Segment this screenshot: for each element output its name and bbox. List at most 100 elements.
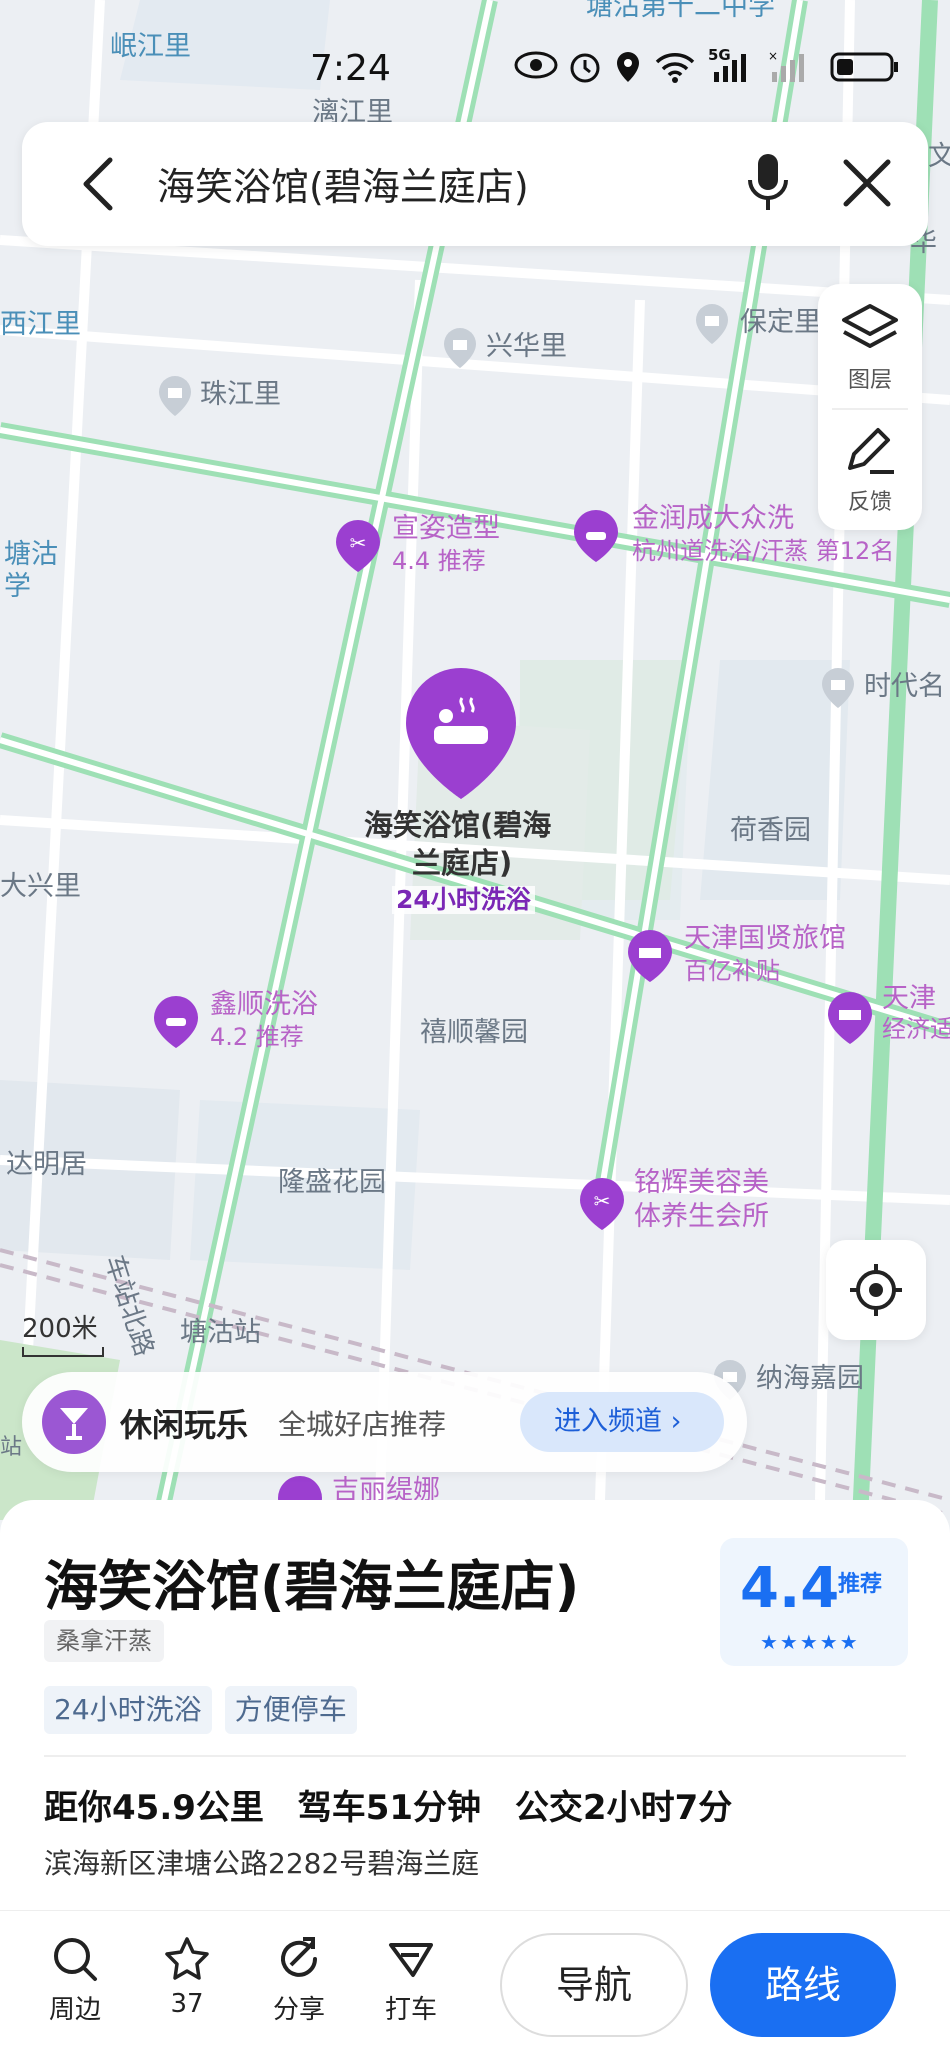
leisure-channel-banner[interactable]: 休闲玩乐 全城好店推荐 进入频道 › — [22, 1372, 747, 1472]
crosshair-icon — [850, 1264, 902, 1316]
poi-sub: 百亿补贴 — [684, 957, 780, 985]
taxi-label: 打车 — [384, 1995, 437, 2025]
selected-bath-pin-icon[interactable] — [402, 664, 520, 804]
building-icon — [444, 328, 476, 368]
area-label: 荷香园 — [730, 815, 811, 846]
layers-icon — [842, 304, 898, 348]
place-name: 海笑浴馆(碧海兰庭店) — [44, 1555, 580, 1618]
poi-sub: 杭州道洗浴/汗蒸 第12名 — [632, 537, 895, 565]
area-label: 兴华里 — [486, 331, 567, 362]
alarm-icon — [570, 53, 600, 83]
share-label: 分享 — [272, 1995, 325, 2025]
selected-poi-name[interactable]: 兰庭店) — [412, 847, 512, 880]
distance: 距你45.9公里 — [44, 1788, 264, 1828]
travel-info: 距你45.9公里 驾车51分钟 公交2小时7分 — [44, 1780, 754, 1829]
poi-name[interactable]: 天津国贤旅馆 — [684, 924, 846, 954]
action-bar: 周边 37 分享 打车 导航 路线 — [0, 1910, 950, 2058]
salon-pin-icon[interactable]: ✂ — [334, 518, 382, 574]
taxi-icon — [389, 1943, 433, 1977]
map-tools-panel: 图层 反馈 — [818, 284, 922, 530]
wifi-icon — [655, 53, 695, 83]
school-label: 塘沽第十二中学 — [586, 0, 775, 22]
route-button[interactable]: 路线 — [710, 1933, 896, 2037]
layers-label: 图层 — [847, 368, 892, 393]
rating-value: 4.4 — [740, 1556, 840, 1621]
place-tag: 方便停车 — [224, 1686, 357, 1734]
taxi-button[interactable]: 打车 — [366, 1935, 456, 2026]
layers-button[interactable]: 图层 — [818, 302, 922, 394]
favorites-count: 37 — [170, 1989, 204, 2019]
signal-2-icon: × — [768, 50, 804, 82]
transit-time: 公交2小时7分 — [514, 1788, 733, 1828]
navigate-button[interactable]: 导航 — [500, 1933, 688, 2037]
poi-name[interactable]: 宣姿造型 — [392, 514, 500, 544]
bath-pin-icon[interactable] — [572, 508, 620, 564]
poi-sub: 经济适 — [882, 1015, 950, 1043]
divider — [44, 1755, 906, 1757]
poi-name[interactable]: 铭辉美容美 — [634, 1168, 769, 1198]
building-icon — [822, 668, 854, 708]
feedback-label: 反馈 — [847, 490, 892, 515]
poi-sub: 4.4 推荐 — [392, 547, 486, 575]
svg-text:✂: ✂ — [350, 531, 367, 555]
poi-name[interactable]: 鑫顺洗浴 — [210, 990, 318, 1020]
area-label: 塘沽站 — [180, 1317, 261, 1348]
share-button[interactable]: 分享 — [254, 1935, 344, 2026]
svg-text:×: × — [768, 50, 778, 63]
favorite-button[interactable]: 37 — [142, 1935, 232, 2019]
feedback-button[interactable]: 反馈 — [818, 424, 922, 516]
location-icon — [617, 52, 639, 82]
poi-name[interactable]: 天津 — [882, 984, 936, 1014]
poi-name[interactable]: 金润成大众洗 — [632, 504, 794, 534]
rating-badge[interactable]: 4.4 推荐 ★★★★★ — [720, 1538, 908, 1666]
area-label: 纳海嘉园 — [756, 1363, 864, 1394]
place-tag: 24小时洗浴 — [44, 1686, 212, 1734]
area-label: 塘沽 — [4, 539, 58, 570]
selected-poi-name[interactable]: 海笑浴馆(碧海 — [364, 809, 551, 842]
place-detail-card[interactable]: 海笑浴馆(碧海兰庭店) 桑拿汗蒸 24小时洗浴 方便停车 4.4 推荐 ★★★★… — [0, 1500, 950, 1910]
nearby-button[interactable]: 周边 — [30, 1935, 120, 2026]
search-bar[interactable]: 海笑浴馆(碧海兰庭店) — [22, 122, 928, 246]
star-icon — [165, 1937, 209, 1980]
building-icon — [696, 304, 728, 344]
poi-sub: 体养生会所 — [634, 1201, 769, 1232]
locate-button[interactable] — [826, 1240, 926, 1340]
area-label: 珠江里 — [200, 379, 281, 410]
bath-pin-icon[interactable] — [152, 994, 200, 1050]
area-label: 时代名 — [864, 671, 945, 702]
cocktail-icon — [42, 1390, 106, 1454]
battery-icon — [830, 52, 898, 82]
area-label: 保定里 — [740, 307, 821, 338]
area-label: 大兴里 — [0, 871, 81, 902]
search-query[interactable]: 海笑浴馆(碧海兰庭店) — [157, 156, 529, 211]
place-address: 滨海新区津塘公路2282号碧海兰庭 — [44, 1847, 480, 1880]
pencil-icon — [848, 428, 894, 474]
chevron-right-icon: › — [670, 1406, 682, 1437]
drive-time: 驾车51分钟 — [297, 1788, 482, 1828]
rating-label: 推荐 — [838, 1572, 883, 1597]
status-bar: 7:24 5G × — [0, 40, 950, 96]
eye-icon — [514, 51, 558, 79]
hotel-pin-icon[interactable] — [826, 990, 874, 1046]
close-icon[interactable] — [842, 158, 892, 208]
place-category: 桑拿汗蒸 — [44, 1620, 164, 1662]
hotel-pin-icon[interactable] — [626, 928, 674, 984]
area-label: 隆盛花园 — [278, 1167, 386, 1198]
microphone-icon[interactable] — [744, 152, 792, 214]
area-label: 西江里 — [0, 309, 81, 340]
area-label: 禧顺馨园 — [420, 1017, 528, 1048]
map-scale: 200米 — [22, 1308, 104, 1357]
station-label: 站 — [0, 1435, 23, 1460]
salon-pin-icon[interactable]: ✂ — [578, 1176, 626, 1232]
place-tags: 24小时洗浴 方便停车 — [44, 1686, 365, 1734]
share-icon — [281, 1937, 317, 1977]
enter-channel-button[interactable]: 进入频道 › — [520, 1392, 724, 1452]
back-icon[interactable] — [78, 156, 118, 212]
clock: 7:24 — [310, 48, 391, 89]
poi-sub: 4.2 推荐 — [210, 1023, 304, 1051]
area-label: 文 — [928, 141, 950, 172]
area-label: 学 — [4, 571, 31, 602]
selected-poi-tag: 24小时洗浴 — [392, 886, 535, 914]
search-icon — [54, 1938, 97, 1981]
svg-text:✂: ✂ — [594, 1189, 611, 1213]
